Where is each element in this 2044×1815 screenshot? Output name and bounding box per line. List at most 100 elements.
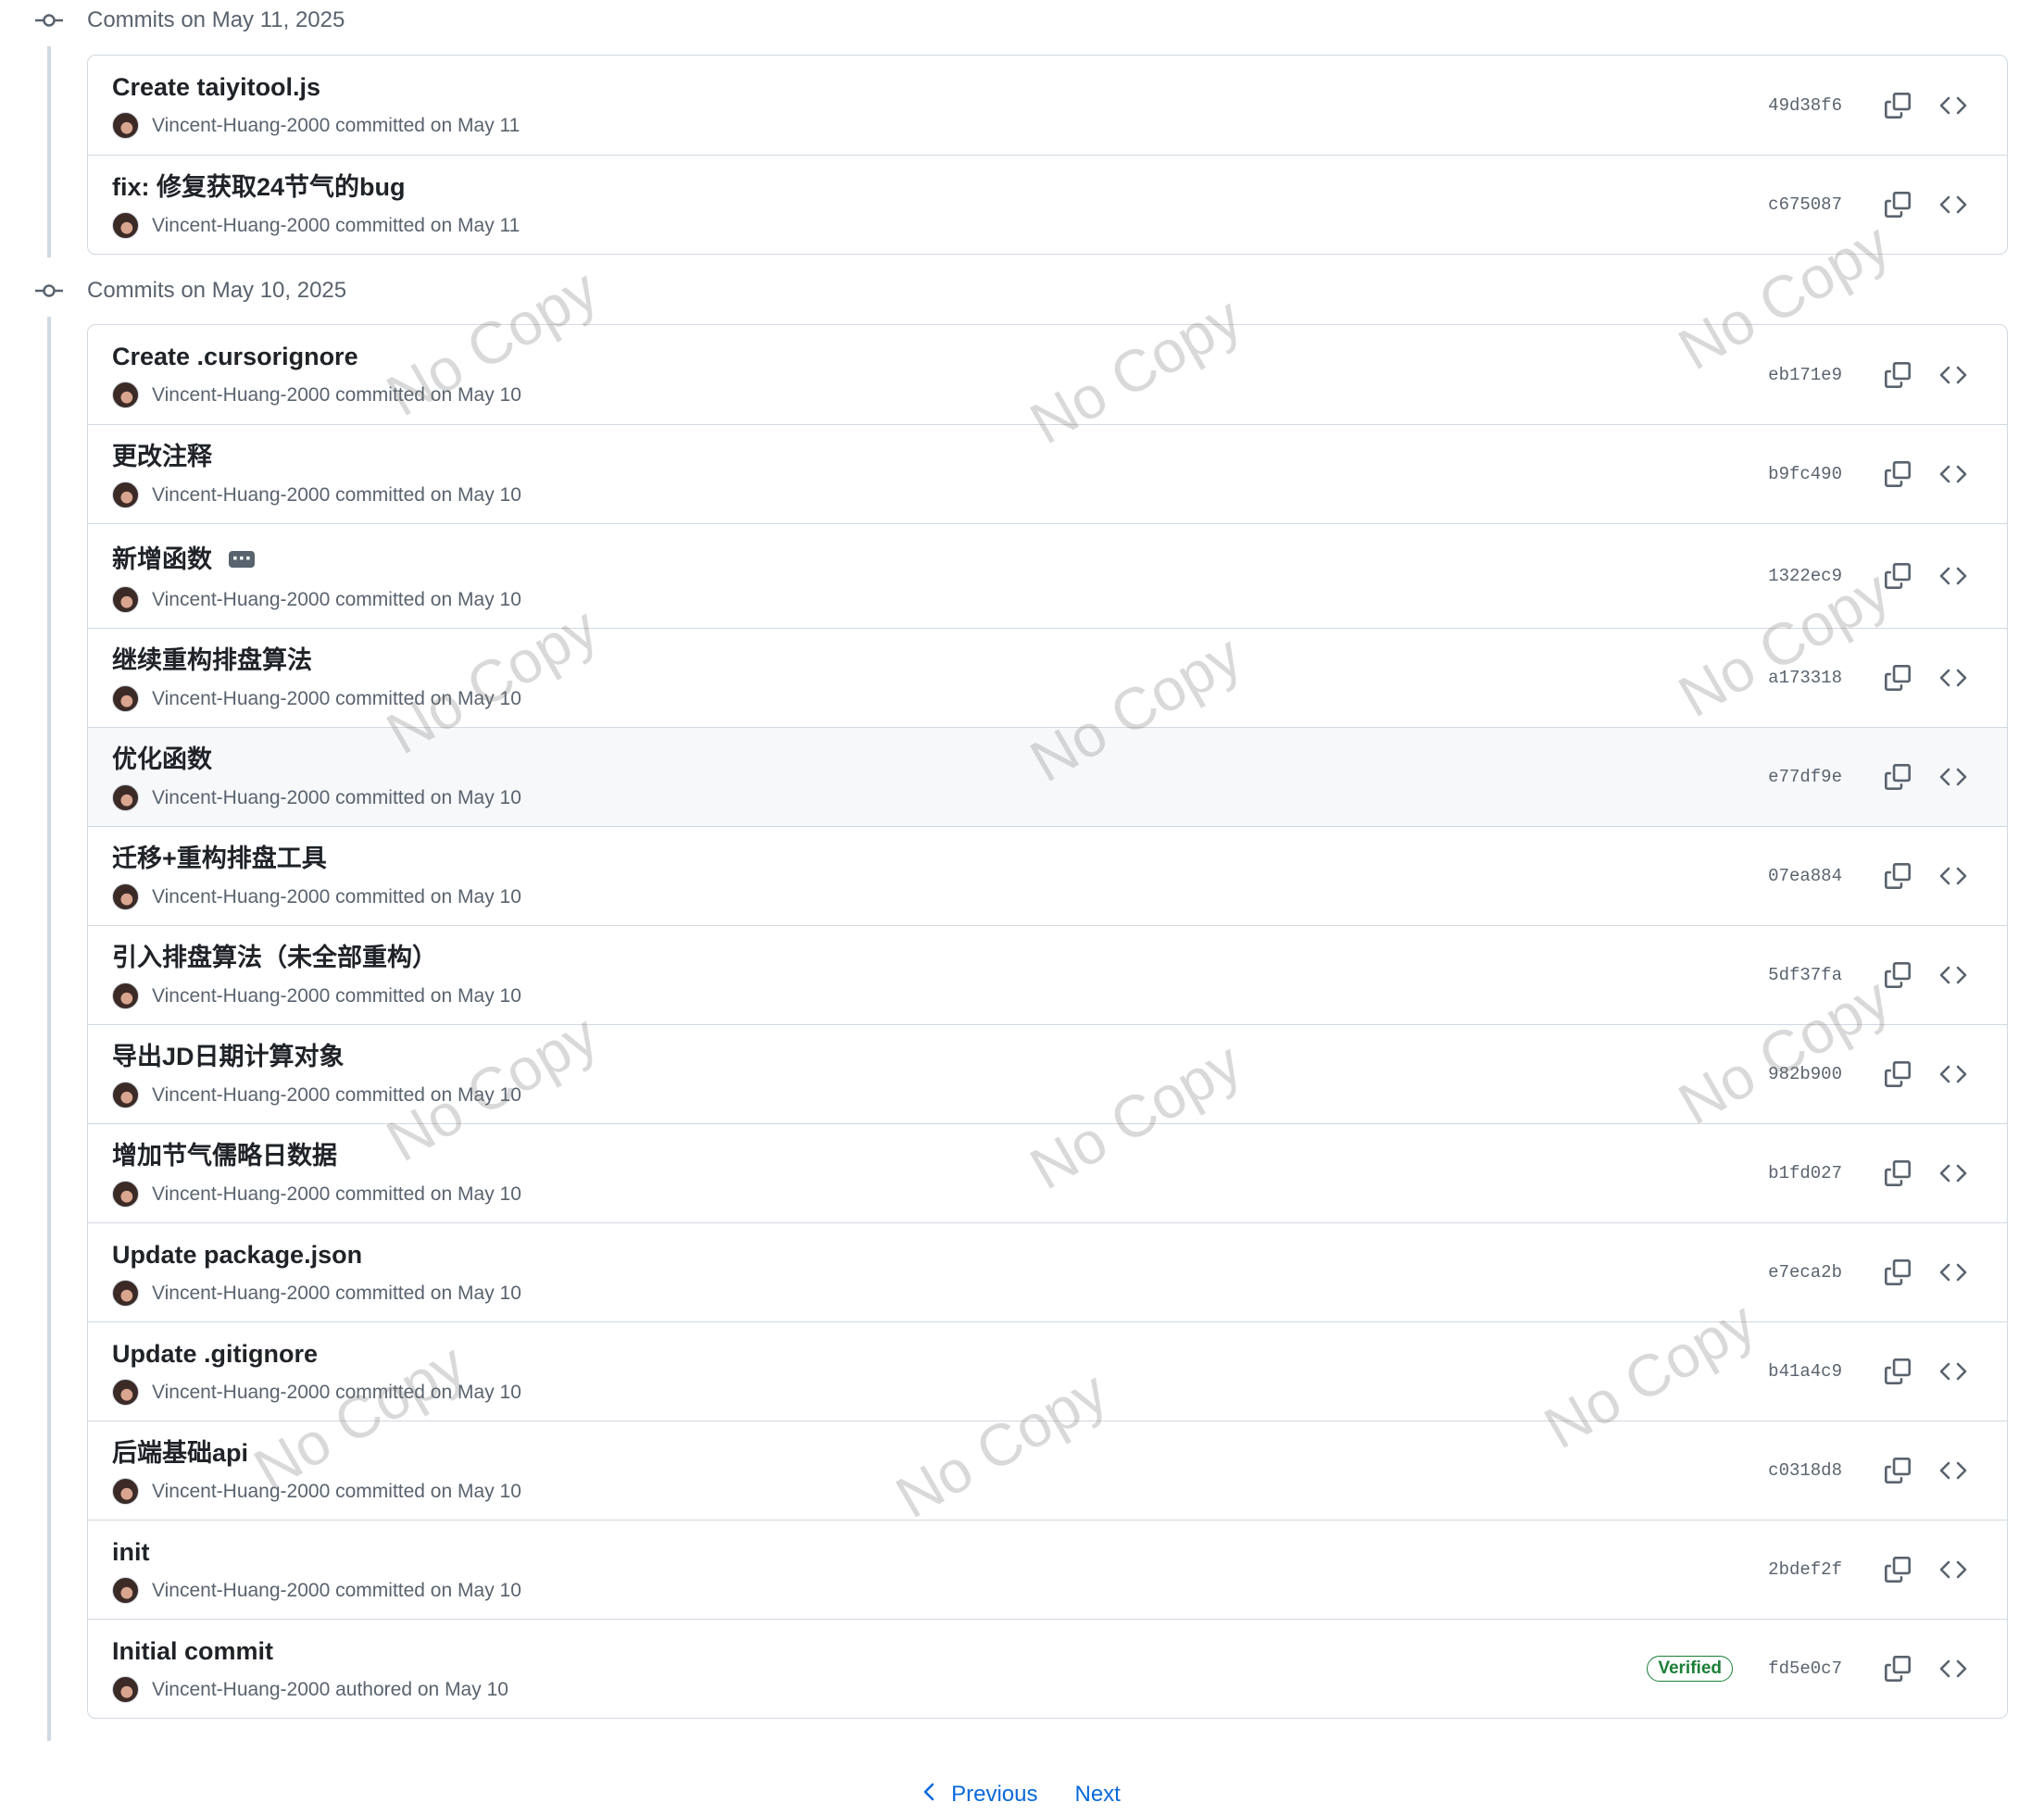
commit-sha-link[interactable]: 1322ec9 xyxy=(1768,566,1842,586)
avatar[interactable] xyxy=(112,382,139,408)
commit-row[interactable]: 增加节气儒略日数据 Vincent-Huang-2000 committed on… xyxy=(88,1123,2007,1222)
commit-author-link[interactable]: Vincent-Huang-2000 xyxy=(152,1578,330,1604)
code-icon[interactable] xyxy=(1933,1450,1974,1491)
code-icon[interactable] xyxy=(1933,454,1974,494)
commit-author-link[interactable]: Vincent-Huang-2000 xyxy=(152,482,330,508)
avatar[interactable] xyxy=(112,983,139,1009)
commit-sha-link[interactable]: eb171e9 xyxy=(1768,365,1842,385)
avatar[interactable] xyxy=(112,1082,139,1108)
commit-row[interactable]: Create taiyitool.js Vincent-Huang-2000 co… xyxy=(88,56,2007,155)
code-icon[interactable] xyxy=(1933,556,1974,596)
avatar[interactable] xyxy=(112,883,139,910)
commit-message-link[interactable]: Update .gitignore xyxy=(112,1337,318,1371)
commit-row[interactable]: Update package.json Vincent-Huang-2000 co… xyxy=(88,1222,2007,1321)
code-icon[interactable] xyxy=(1933,355,1974,395)
code-icon[interactable] xyxy=(1933,1549,1974,1590)
copy-icon[interactable] xyxy=(1877,556,1918,596)
avatar[interactable] xyxy=(112,482,139,508)
avatar[interactable] xyxy=(112,1676,139,1703)
copy-icon[interactable] xyxy=(1877,657,1918,698)
commit-author-link[interactable]: Vincent-Huang-2000 xyxy=(152,113,330,139)
commit-author-link[interactable]: Vincent-Huang-2000 xyxy=(152,1677,330,1703)
commit-sha-link[interactable]: c0318d8 xyxy=(1768,1460,1842,1481)
copy-icon[interactable] xyxy=(1877,1648,1918,1689)
copy-icon[interactable] xyxy=(1877,1054,1918,1095)
commit-message-link[interactable]: 后端基础api xyxy=(112,1436,248,1470)
commit-sha-link[interactable]: c675087 xyxy=(1768,194,1842,215)
commit-row[interactable]: Initial commit Vincent-Huang-2000 authore… xyxy=(88,1619,2007,1718)
commit-row[interactable]: 继续重构排盘算法 Vincent-Huang-2000 committed on … xyxy=(88,628,2007,727)
commit-author-link[interactable]: Vincent-Huang-2000 xyxy=(152,587,330,613)
avatar[interactable] xyxy=(112,112,139,139)
avatar[interactable] xyxy=(112,586,139,613)
commit-author-link[interactable]: Vincent-Huang-2000 xyxy=(152,884,330,910)
commit-sha-link[interactable]: fd5e0c7 xyxy=(1768,1659,1842,1679)
code-icon[interactable] xyxy=(1933,1351,1974,1392)
commit-row[interactable]: Update .gitignore Vincent-Huang-2000 comm… xyxy=(88,1321,2007,1421)
commit-sha-link[interactable]: 49d38f6 xyxy=(1768,95,1842,116)
code-icon[interactable] xyxy=(1933,1054,1974,1095)
copy-icon[interactable] xyxy=(1877,85,1918,126)
copy-icon[interactable] xyxy=(1877,955,1918,995)
commit-message-link[interactable]: Create .cursorignore xyxy=(112,340,358,373)
commit-sha-link[interactable]: e7eca2b xyxy=(1768,1262,1842,1283)
code-icon[interactable] xyxy=(1933,657,1974,698)
copy-icon[interactable] xyxy=(1877,184,1918,225)
previous-page-button[interactable]: Previous xyxy=(912,1774,1048,1815)
commit-author-link[interactable]: Vincent-Huang-2000 xyxy=(152,686,330,712)
code-icon[interactable] xyxy=(1933,955,1974,995)
commit-message-link[interactable]: 继续重构排盘算法 xyxy=(112,644,312,677)
commit-sha-link[interactable]: 2bdef2f xyxy=(1768,1559,1842,1580)
commit-sha-link[interactable]: a173318 xyxy=(1768,668,1842,688)
commit-message-link[interactable]: 优化函数 xyxy=(112,743,212,776)
avatar[interactable] xyxy=(112,1280,139,1307)
avatar[interactable] xyxy=(112,685,139,712)
code-icon[interactable] xyxy=(1933,757,1974,797)
commit-author-link[interactable]: Vincent-Huang-2000 xyxy=(152,1182,330,1208)
commit-sha-link[interactable]: b9fc490 xyxy=(1768,464,1842,484)
avatar[interactable] xyxy=(112,1181,139,1208)
copy-icon[interactable] xyxy=(1877,355,1918,395)
commit-message-link[interactable]: 更改注释 xyxy=(112,440,212,473)
commit-author-link[interactable]: Vincent-Huang-2000 xyxy=(152,1083,330,1108)
commit-sha-link[interactable]: b41a4c9 xyxy=(1768,1361,1842,1382)
copy-icon[interactable] xyxy=(1877,1252,1918,1293)
commit-row[interactable]: 新增函数 Vincent-Huang-2000 committed on May … xyxy=(88,523,2007,628)
commit-message-link[interactable]: fix: 修复获取24节气的bug xyxy=(112,170,406,204)
commit-row[interactable]: 更改注释 Vincent-Huang-2000 committed on May … xyxy=(88,424,2007,523)
commit-row[interactable]: fix: 修复获取24节气的bug Vincent-Huang-2000 comm… xyxy=(88,155,2007,254)
commit-row[interactable]: 后端基础api Vincent-Huang-2000 committed on M… xyxy=(88,1421,2007,1520)
copy-icon[interactable] xyxy=(1877,1351,1918,1392)
code-icon[interactable] xyxy=(1933,85,1974,126)
commit-row[interactable]: 迁移+重构排盘工具 Vincent-Huang-2000 committed on… xyxy=(88,826,2007,925)
commit-message-link[interactable]: Create taiyitool.js xyxy=(112,70,320,104)
commit-author-link[interactable]: Vincent-Huang-2000 xyxy=(152,1479,330,1505)
code-icon[interactable] xyxy=(1933,1153,1974,1194)
avatar[interactable] xyxy=(112,1577,139,1604)
commit-message-link[interactable]: Update package.json xyxy=(112,1238,362,1271)
next-page-button[interactable]: Next xyxy=(1064,1774,1132,1815)
verified-badge[interactable]: Verified xyxy=(1647,1656,1733,1682)
code-icon[interactable] xyxy=(1933,856,1974,896)
commit-author-link[interactable]: Vincent-Huang-2000 xyxy=(152,1380,330,1406)
commit-message-link[interactable]: 引入排盘算法（未全部重构） xyxy=(112,941,437,974)
copy-icon[interactable] xyxy=(1877,856,1918,896)
commit-author-link[interactable]: Vincent-Huang-2000 xyxy=(152,213,330,239)
code-icon[interactable] xyxy=(1933,1252,1974,1293)
code-icon[interactable] xyxy=(1933,1648,1974,1689)
commit-author-link[interactable]: Vincent-Huang-2000 xyxy=(152,1281,330,1307)
copy-icon[interactable] xyxy=(1877,1549,1918,1590)
commit-message-link[interactable]: 迁移+重构排盘工具 xyxy=(112,842,327,875)
commit-message-link[interactable]: 导出JD日期计算对象 xyxy=(112,1040,345,1073)
avatar[interactable] xyxy=(112,784,139,811)
commit-row[interactable]: 优化函数 Vincent-Huang-2000 committed on May … xyxy=(88,727,2007,826)
copy-icon[interactable] xyxy=(1877,454,1918,494)
commit-author-link[interactable]: Vincent-Huang-2000 xyxy=(152,382,330,408)
commit-message-link[interactable]: Initial commit xyxy=(112,1634,273,1668)
commit-author-link[interactable]: Vincent-Huang-2000 xyxy=(152,983,330,1009)
commit-row[interactable]: init Vincent-Huang-2000 committed on May … xyxy=(88,1520,2007,1619)
code-icon[interactable] xyxy=(1933,184,1974,225)
commit-message-link[interactable]: init xyxy=(112,1535,150,1569)
expand-description-button[interactable] xyxy=(229,543,255,576)
commit-sha-link[interactable]: b1fd027 xyxy=(1768,1163,1842,1183)
